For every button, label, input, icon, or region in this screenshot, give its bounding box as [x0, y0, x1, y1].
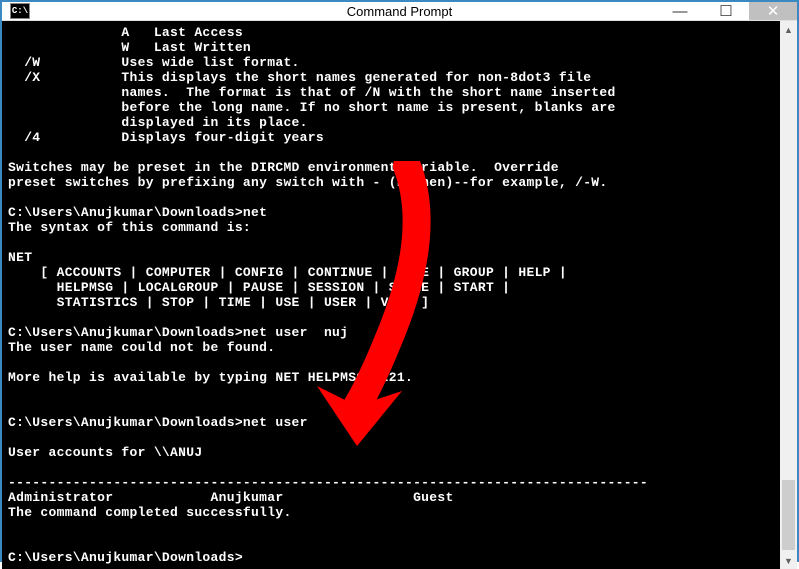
terminal-output[interactable]: A Last Access W Last Written /W Uses wid…: [2, 21, 780, 569]
scroll-track[interactable]: [780, 38, 797, 552]
scroll-down-button[interactable]: ▼: [780, 552, 797, 569]
scrollbar[interactable]: ▲ ▼: [780, 21, 797, 569]
window-buttons: — ☐ ✕: [657, 2, 797, 20]
close-button[interactable]: ✕: [749, 2, 797, 20]
minimize-button[interactable]: —: [657, 2, 703, 20]
command-prompt-window: C:\ Command Prompt — ☐ ✕ A Last Access W…: [0, 0, 799, 562]
scroll-thumb[interactable]: [782, 480, 795, 550]
maximize-button[interactable]: ☐: [703, 2, 749, 20]
scroll-up-button[interactable]: ▲: [780, 21, 797, 38]
titlebar[interactable]: C:\ Command Prompt — ☐ ✕: [2, 2, 797, 21]
app-icon: C:\: [10, 3, 30, 19]
content-area: A Last Access W Last Written /W Uses wid…: [2, 21, 797, 569]
